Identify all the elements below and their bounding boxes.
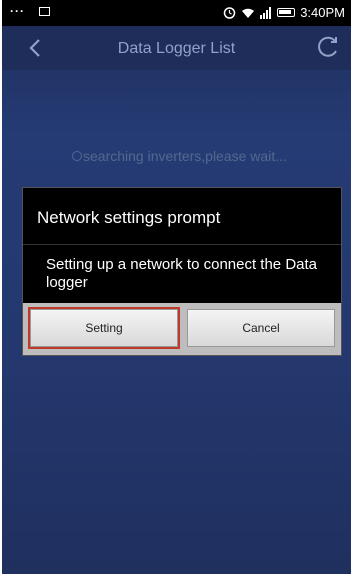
dialog-divider [23, 244, 341, 245]
status-time: 3:40PM [300, 5, 345, 20]
searching-text: searching inverters,please wait... [83, 148, 287, 164]
searching-status: searching inverters,please wait... [72, 148, 287, 164]
wifi-icon [242, 8, 255, 18]
setting-button[interactable]: Setting [28, 307, 180, 349]
more-dots-icon: ··· [10, 4, 25, 18]
dialog-title: Network settings prompt [37, 208, 221, 227]
refresh-icon[interactable] [315, 34, 341, 60]
dialog-button-bar: Setting Cancel [23, 303, 341, 355]
alarm-icon [223, 7, 236, 19]
signal-icon [260, 6, 272, 19]
status-right: 3:40PM [223, 5, 345, 20]
cancel-button[interactable]: Cancel [187, 309, 335, 347]
spinner-icon [72, 151, 82, 161]
dialog-message: Setting up a network to connect the Data… [46, 256, 318, 291]
battery-icon [277, 8, 296, 17]
network-settings-dialog: Network settings prompt Setting up a net… [22, 187, 342, 356]
page-title: Data Logger List [117, 40, 236, 57]
status-left: ··· [10, 4, 51, 18]
status-bar: ··· 3:40PM [2, 0, 351, 26]
nav-bar: Data Logger List [2, 26, 351, 70]
image-icon [39, 7, 51, 17]
phone-screen: ··· 3:40PM Data Logger List searching in… [2, 0, 351, 574]
